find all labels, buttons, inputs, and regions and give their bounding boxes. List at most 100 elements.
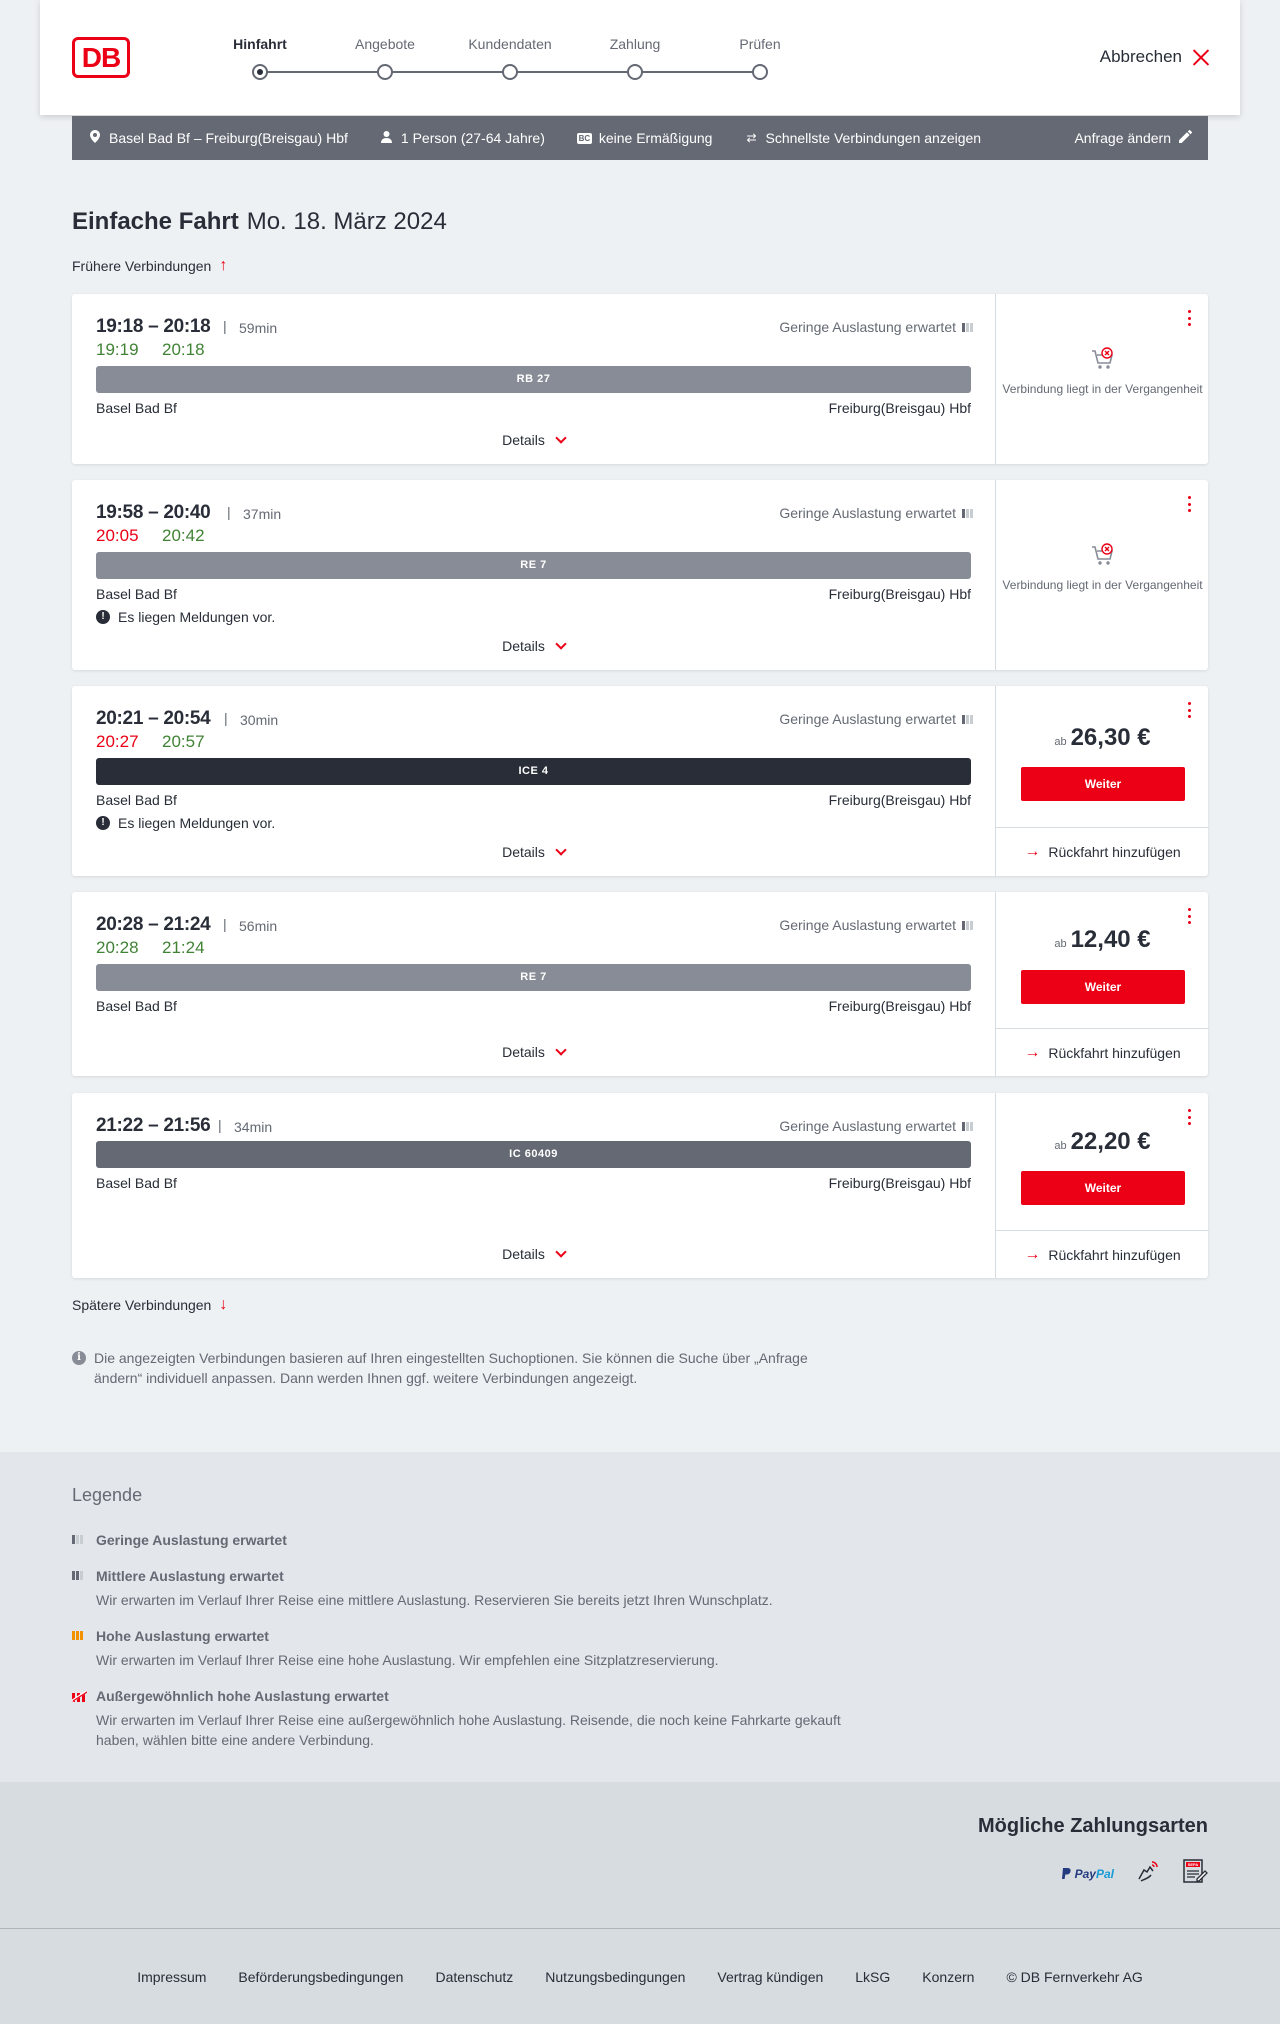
connection-card: 21:22 – 21:56 | 34min Geringe Auslastung…: [72, 1093, 1209, 1278]
paypal-text-a: Pay: [1074, 1866, 1096, 1881]
scheduled-times: 20:21 – 20:54: [96, 708, 211, 729]
weiter-button[interactable]: Weiter: [1021, 1171, 1185, 1205]
details-toggle[interactable]: Details: [72, 638, 995, 654]
legend-item-desc: Wir erwarten im Verlauf Ihrer Reise eine…: [96, 1652, 719, 1668]
details-toggle[interactable]: Details: [72, 432, 995, 448]
earlier-connections-link[interactable]: Frühere Verbindungen ↑: [72, 257, 227, 275]
price-prefix: ab: [1054, 736, 1067, 748]
occupancy-medium-icon: [72, 1571, 83, 1580]
connection-info: 21:22 – 21:56 | 34min Geringe Auslastung…: [72, 1093, 995, 1278]
price: ab 26,30 €: [996, 724, 1209, 752]
footer-link-impressum[interactable]: Impressum: [137, 1969, 206, 1985]
footer-link-konzern[interactable]: Konzern: [922, 1969, 974, 1985]
details-toggle[interactable]: Details: [72, 844, 995, 860]
realtime-arrival: 20:18: [162, 340, 205, 359]
close-icon: [1192, 48, 1210, 66]
add-return-button[interactable]: → Rückfahrt hinzufügen: [996, 827, 1209, 875]
train-bar: RE 7: [96, 964, 971, 991]
cancel-button[interactable]: Abbrechen: [1100, 47, 1210, 67]
legend-item: Hohe Auslastung erwartet Wir erwarten im…: [72, 1628, 852, 1670]
payment-icons: PayPal SEPA: [1062, 1858, 1208, 1889]
occupancy-low-icon: [962, 714, 973, 724]
discount-summary: BC keine Ermäßigung: [576, 130, 712, 146]
search-summary-bar: Basel Bad Bf – Freiburg(Breisgau) Hbf 1 …: [72, 116, 1208, 160]
db-logo: DB: [72, 37, 130, 78]
footer-link-datenschutz[interactable]: Datenschutz: [435, 1969, 513, 1985]
footer-link-vertrag-kuendigen[interactable]: Vertrag kündigen: [717, 1969, 823, 1985]
price: ab 12,40 €: [996, 926, 1209, 954]
step-angebote[interactable]: Angebote: [315, 34, 455, 80]
footer-link-befoerderungsbedingungen[interactable]: Beförderungsbedingungen: [238, 1969, 403, 1985]
departure-station: Basel Bad Bf: [96, 400, 177, 416]
departure-station: Basel Bad Bf: [96, 586, 177, 602]
more-options-icon[interactable]: [1186, 1109, 1192, 1125]
step-label: Zahlung: [609, 36, 661, 52]
fastest-toggle[interactable]: ⇄ Schnellste Verbindungen anzeigen: [744, 130, 981, 146]
more-options-icon[interactable]: [1186, 310, 1192, 326]
step-label: Hinfahrt: [233, 36, 287, 52]
legend-item-title: Außergewöhnlich hohe Auslastung erwartet: [96, 1688, 389, 1704]
step-label: Angebote: [355, 36, 415, 52]
step-dot-active: [252, 64, 268, 80]
step-dot: [752, 64, 768, 80]
occupancy-info: Geringe Auslastung erwartet: [779, 917, 973, 933]
separator: |: [224, 710, 228, 726]
pencil-icon: [1178, 129, 1192, 146]
occupancy-low-icon: [962, 322, 973, 332]
price-prefix: ab: [1054, 1140, 1067, 1152]
weiter-button[interactable]: Weiter: [1021, 970, 1185, 1004]
realtime-departure: 20:28: [96, 938, 139, 957]
legend-item-title: Mittlere Auslastung erwartet: [96, 1568, 284, 1584]
route-summary: Basel Bad Bf – Freiburg(Breisgau) Hbf: [88, 130, 348, 146]
change-request-button[interactable]: Anfrage ändern: [1074, 129, 1192, 146]
route-text: Basel Bad Bf – Freiburg(Breisgau) Hbf: [109, 130, 348, 146]
passenger-summary: 1 Person (27-64 Jahre): [380, 130, 545, 146]
later-connections-link[interactable]: Spätere Verbindungen ↓: [72, 1296, 227, 1314]
connection-info: 20:28 – 21:24 | 56min Geringe Auslastung…: [72, 892, 995, 1076]
step-kundendaten[interactable]: Kundendaten: [440, 34, 580, 80]
change-request-label: Anfrage ändern: [1074, 130, 1171, 146]
details-toggle[interactable]: Details: [72, 1044, 995, 1060]
arrival-station: Freiburg(Breisgau) Hbf: [828, 586, 971, 602]
details-toggle[interactable]: Details: [72, 1246, 995, 1262]
separator: |: [227, 504, 231, 520]
add-return-button[interactable]: → Rückfahrt hinzufügen: [996, 1028, 1209, 1076]
add-return-button[interactable]: → Rückfahrt hinzufügen: [996, 1230, 1209, 1278]
more-options-icon[interactable]: [1186, 496, 1192, 512]
arrow-down-icon: ↓: [219, 1296, 228, 1313]
legend-item: Außergewöhnlich hohe Auslastung erwartet…: [72, 1688, 852, 1750]
occupancy-info: Geringe Auslastung erwartet: [779, 1118, 973, 1134]
train-bar: RB 27: [96, 366, 971, 393]
arrow-right-icon: →: [1024, 1245, 1041, 1263]
add-return-label: Rückfahrt hinzufügen: [1048, 843, 1181, 860]
site-footer: Impressum Beförderungsbedingungen Datens…: [0, 1928, 1280, 2024]
past-text: Verbindung liegt in der Vergangenheit: [1002, 382, 1203, 396]
more-options-icon[interactable]: [1186, 908, 1192, 924]
step-hinfahrt[interactable]: Hinfahrt: [190, 34, 330, 80]
legend-section: Legende Geringe Auslastung erwartet Mitt…: [0, 1452, 1280, 1782]
arrow-right-icon: →: [1024, 1043, 1041, 1061]
step-zahlung[interactable]: Zahlung: [565, 34, 705, 80]
more-options-icon[interactable]: [1186, 702, 1192, 718]
arrival-station: Freiburg(Breisgau) Hbf: [828, 1175, 971, 1191]
occupancy-info: Geringe Auslastung erwartet: [779, 505, 973, 521]
train-bar: IC 60409: [96, 1141, 971, 1168]
cancel-label: Abbrechen: [1099, 47, 1182, 66]
realtime-arrival: 20:57: [162, 732, 205, 751]
departure-station: Basel Bad Bf: [96, 792, 177, 808]
step-pruefen[interactable]: Prüfen: [690, 34, 830, 80]
message-notice: ! Es liegen Meldungen vor.: [96, 815, 275, 831]
occupancy-info: Geringe Auslastung erwartet: [779, 711, 973, 727]
occupancy-low-icon: [962, 508, 973, 518]
step-label: Prüfen: [739, 36, 781, 52]
add-return-label: Rückfahrt hinzufügen: [1048, 1044, 1181, 1061]
footer-link-lksg[interactable]: LkSG: [855, 1969, 890, 1985]
price-value: 22,20 €: [1070, 1128, 1151, 1155]
details-label: Details: [502, 432, 545, 448]
departure-station: Basel Bad Bf: [96, 1175, 177, 1191]
occupancy-text: Geringe Auslastung erwartet: [779, 505, 956, 521]
chevron-down-icon: [555, 638, 567, 650]
weiter-button[interactable]: Weiter: [1021, 767, 1185, 801]
footer-link-nutzungsbedingungen[interactable]: Nutzungsbedingungen: [545, 1969, 685, 1985]
occupancy-high-icon: [72, 1631, 83, 1640]
